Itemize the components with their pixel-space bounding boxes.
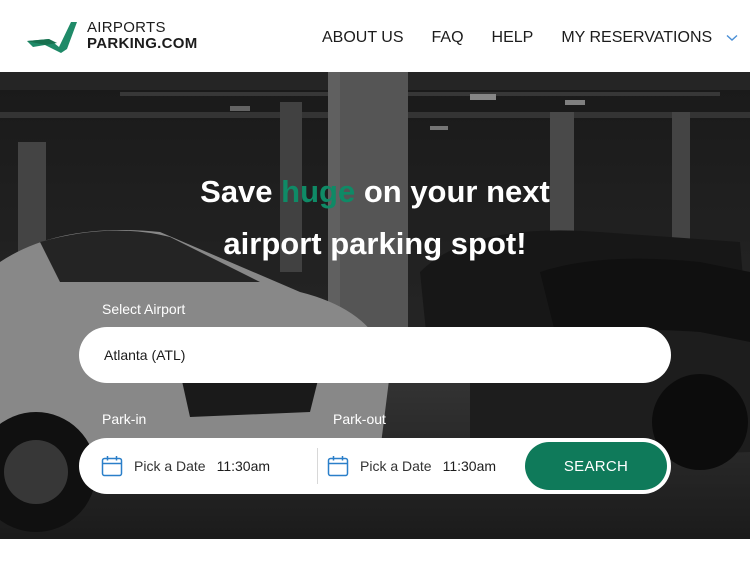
park-out-time-text[interactable]: 11:30am	[443, 458, 496, 474]
nav-help[interactable]: HELP	[492, 29, 534, 47]
park-out-date-text: Pick a Date	[360, 458, 432, 474]
select-airport-label: Select Airport	[102, 301, 186, 317]
park-in-date-text: Pick a Date	[134, 458, 206, 474]
brand-name-line1: AIRPORTS	[87, 19, 166, 36]
search-button[interactable]: SEARCH	[525, 442, 667, 490]
site-header: AIRPORTS PARKING.COM ABOUT US FAQ HELP M…	[0, 0, 750, 72]
plane-logo-icon	[27, 22, 77, 53]
headline-accent: huge	[281, 174, 356, 209]
park-in-label: Park-in	[102, 411, 147, 427]
nav-my-reservations[interactable]: MY RESERVATIONS	[561, 29, 712, 47]
headline-line2: airport parking spot!	[223, 226, 527, 261]
park-in-date-picker[interactable]: Pick a Date 11:30am	[101, 438, 270, 494]
chevron-down-icon[interactable]	[726, 29, 738, 47]
airport-select-input[interactable]	[79, 327, 671, 383]
calendar-icon	[327, 456, 349, 477]
page-bottom-strip	[0, 539, 750, 563]
main-nav: ABOUT US FAQ HELP MY RESERVATIONS	[322, 29, 738, 47]
park-out-date-picker[interactable]: Pick a Date 11:30am	[327, 438, 496, 494]
park-in-time-text[interactable]: 11:30am	[217, 458, 270, 474]
hero-section: Save huge on your next airport parking s…	[0, 72, 750, 539]
brand-name-line2: PARKING.COM	[87, 35, 198, 52]
hero-headline: Save huge on your next airport parking s…	[0, 166, 750, 270]
headline-post: on your next	[355, 174, 550, 209]
nav-faq[interactable]: FAQ	[432, 29, 464, 47]
brand-logo[interactable]: AIRPORTS PARKING.COM	[27, 19, 198, 53]
headline-pre: Save	[200, 174, 282, 209]
nav-about-us[interactable]: ABOUT US	[322, 29, 404, 47]
calendar-icon	[101, 456, 123, 477]
park-out-label: Park-out	[333, 411, 386, 427]
date-search-bar: Pick a Date 11:30am Pick a Date 11:30am …	[79, 438, 671, 494]
date-divider	[317, 448, 318, 484]
